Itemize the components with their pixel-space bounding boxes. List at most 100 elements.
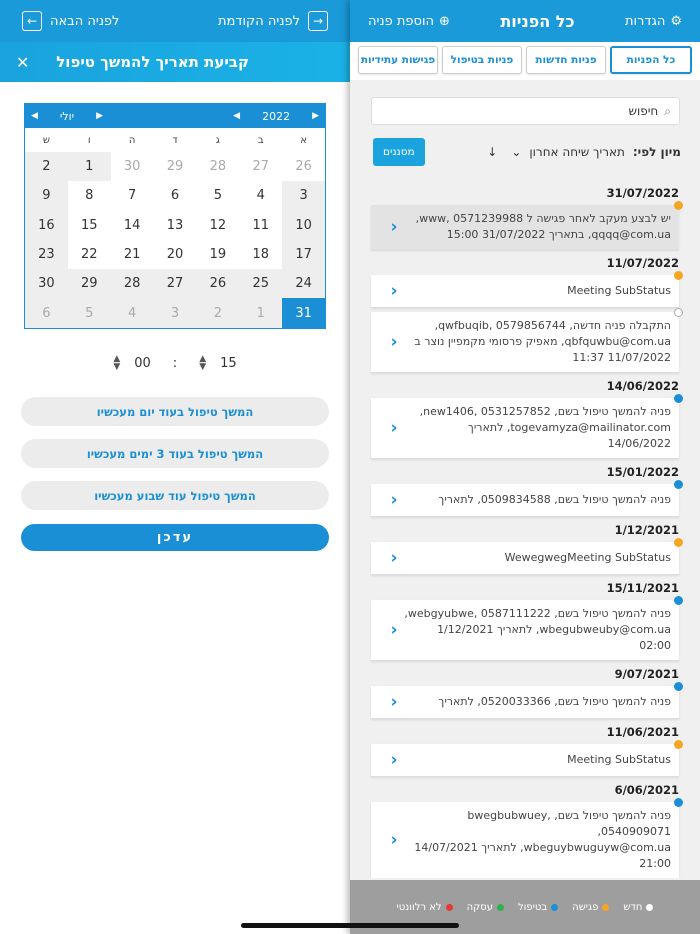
calendar-day[interactable]: 1: [239, 298, 283, 328]
calendar-day[interactable]: 23: [25, 239, 68, 270]
calendar-day[interactable]: 3: [282, 181, 325, 211]
inquiry-card[interactable]: יש לבצע מעקב לאחר פגישה ל www, 057123998…: [371, 201, 683, 250]
hour-spinner-icon[interactable]: ▲ ▼: [199, 355, 206, 372]
calendar-day[interactable]: 31: [282, 298, 325, 328]
inquiry-line: qqqq@com.ua, בתאריך 31/07/2022 15:00: [446, 228, 671, 241]
calendar-day[interactable]: 5: [67, 298, 111, 328]
calendar-day[interactable]: 7: [111, 181, 154, 210]
chevron-left-icon[interactable]: ‹: [385, 548, 403, 568]
calendar-day[interactable]: 26: [196, 269, 240, 299]
calendar-day[interactable]: 4: [239, 181, 282, 210]
quick-three-days-button[interactable]: המשך טיפול בעוד 3 ימים מעכשיו: [21, 439, 329, 468]
calendar-day[interactable]: 22: [68, 240, 111, 269]
calendar-day[interactable]: 27: [239, 152, 282, 181]
inquiry-card[interactable]: התקבלה פניה חדשה, qwfbuqib, 0579856744, q…: [371, 308, 683, 373]
inquiry-card[interactable]: Meeting SubStatus ‹: [371, 740, 683, 777]
settings-button[interactable]: ⚙ הגדרות: [625, 14, 682, 29]
time-picker: ▲ ▼ 00 : ▲ ▼ 15: [0, 355, 350, 372]
chevron-left-icon[interactable]: ‹: [385, 750, 403, 770]
calendar-day[interactable]: 12: [196, 211, 239, 240]
tab-new-inquiries[interactable]: פניות חדשות: [526, 46, 606, 74]
sort-direction-icon[interactable]: ↓: [487, 145, 497, 159]
calendar-day[interactable]: 27: [153, 269, 197, 299]
next-year-icon[interactable]: ▶: [312, 111, 319, 121]
filter-tabs: כל הפניות פניות חדשות פניות בטיפול פגישו…: [350, 46, 700, 74]
inquiry-card[interactable]: פניה להמשך טיפול בשם, bwegbubwuey, 05409…: [371, 798, 683, 878]
quick-one-day-button[interactable]: המשך טיפול בעוד יום מעכשיו: [21, 397, 329, 426]
legend-item: עסקה: [467, 902, 504, 913]
calendar-day[interactable]: 8: [68, 181, 111, 210]
calendar-day[interactable]: 5: [196, 181, 239, 210]
calendar-day[interactable]: 30: [25, 269, 68, 299]
calendar-day[interactable]: 6: [154, 181, 197, 210]
calendar-day[interactable]: 25: [239, 269, 283, 299]
calendar-day[interactable]: 9: [25, 181, 68, 211]
inquiry-card[interactable]: Meeting SubStatus ‹: [371, 271, 683, 308]
calendar-day[interactable]: 24: [282, 269, 325, 299]
calendar-day[interactable]: 15: [68, 211, 111, 240]
prev-month-icon[interactable]: ◀: [31, 111, 38, 121]
calendar-day[interactable]: 1: [67, 152, 111, 182]
calendar-day[interactable]: 6: [25, 298, 68, 328]
inquiry-line: פניה להמשך טיפול בשם, 0520033366, לתאריך: [438, 695, 671, 708]
tab-in-progress[interactable]: פניות בטיפול: [442, 46, 522, 74]
chevron-left-icon[interactable]: ‹: [385, 692, 403, 712]
year-selector: ◀ 2022 ▶: [233, 110, 319, 123]
tab-future-meetings[interactable]: פגישות עתידיות: [358, 46, 438, 74]
close-icon[interactable]: ✕: [16, 53, 29, 72]
calendar-day[interactable]: 11: [239, 211, 282, 240]
calendar-day[interactable]: 29: [67, 269, 111, 299]
filters-button[interactable]: מסננים: [373, 138, 425, 166]
calendar-day[interactable]: 21: [111, 240, 154, 269]
calendar-day[interactable]: 4: [110, 298, 154, 328]
chevron-left-icon[interactable]: ‹: [385, 490, 403, 510]
calendar-day[interactable]: 30: [111, 152, 154, 181]
calendar-day[interactable]: 19: [196, 240, 239, 269]
calendar-day[interactable]: 14: [111, 211, 154, 240]
chevron-left-icon[interactable]: ‹: [385, 620, 403, 640]
calendar-day[interactable]: 16: [25, 210, 68, 240]
inquiry-card[interactable]: פניה להמשך טיפול בשם, 0509834588, לתאריך…: [371, 480, 683, 517]
status-dot: [674, 596, 683, 605]
prev-record-button[interactable]: → לפניה הקודמת: [218, 11, 328, 31]
quick-one-week-button[interactable]: המשך טיפול עוד שבוע מעכשיו: [21, 481, 329, 510]
group-date: 9/07/2021: [614, 667, 679, 681]
search-input[interactable]: ⌕ חיפוש: [371, 97, 680, 125]
prev-year-icon[interactable]: ◀: [233, 111, 240, 121]
group-date: 15/11/2021: [606, 581, 679, 595]
next-record-button[interactable]: לפניה הבאה ←: [22, 11, 119, 31]
chevron-left-icon[interactable]: ‹: [385, 332, 403, 352]
inquiry-card[interactable]: פניה להמשך טיפול בשם, webgyubwe, 0587111…: [371, 596, 683, 661]
calendar-day[interactable]: 28: [196, 152, 239, 181]
minute-value[interactable]: 00: [134, 356, 151, 371]
calendar-day[interactable]: 17: [282, 239, 325, 270]
calendar-day[interactable]: 20: [154, 240, 197, 269]
inquiry-card[interactable]: פניה להמשך טיפול בשם, 0520033366, לתאריך…: [371, 682, 683, 719]
hour-value[interactable]: 15: [220, 356, 237, 371]
tab-all-inquiries[interactable]: כל הפניות: [610, 46, 692, 74]
calendar-day[interactable]: 26: [282, 152, 325, 181]
chevron-left-icon[interactable]: ‹: [385, 830, 403, 850]
calendar-day[interactable]: 28: [110, 269, 154, 299]
sort-control[interactable]: מיון לפי: תאריך שיחה אחרון ⌄ ↓: [487, 145, 681, 159]
prev-record-label: לפניה הקודמת: [218, 13, 300, 29]
add-inquiry-button[interactable]: ⊕ הוספת פניה: [368, 14, 450, 29]
inquiry-card[interactable]: פניה להמשך טיפול בשם, new1406, 053125785…: [371, 394, 683, 459]
chevron-left-icon[interactable]: ‹: [385, 418, 403, 438]
calendar-day[interactable]: 10: [282, 210, 325, 240]
calendar-day[interactable]: 3: [153, 298, 197, 328]
calendar-day[interactable]: 29: [154, 152, 197, 181]
calendar-day[interactable]: 2: [25, 152, 68, 182]
legend-item: פגישה: [572, 902, 610, 913]
inquiry-text: Meeting SubStatus: [403, 283, 671, 299]
chevron-left-icon[interactable]: ‹: [385, 217, 403, 237]
update-button[interactable]: עדכן: [21, 524, 329, 551]
calendar-day[interactable]: 2: [196, 298, 240, 328]
month-label: יולי: [59, 109, 75, 123]
inquiry-card[interactable]: WewegwegMeeting SubStatus ‹: [371, 538, 683, 575]
calendar-day[interactable]: 13: [154, 211, 197, 240]
next-month-icon[interactable]: ▶: [96, 111, 103, 121]
calendar-day[interactable]: 18: [239, 240, 282, 269]
chevron-left-icon[interactable]: ‹: [385, 281, 403, 301]
minute-spinner-icon[interactable]: ▲ ▼: [113, 355, 120, 372]
